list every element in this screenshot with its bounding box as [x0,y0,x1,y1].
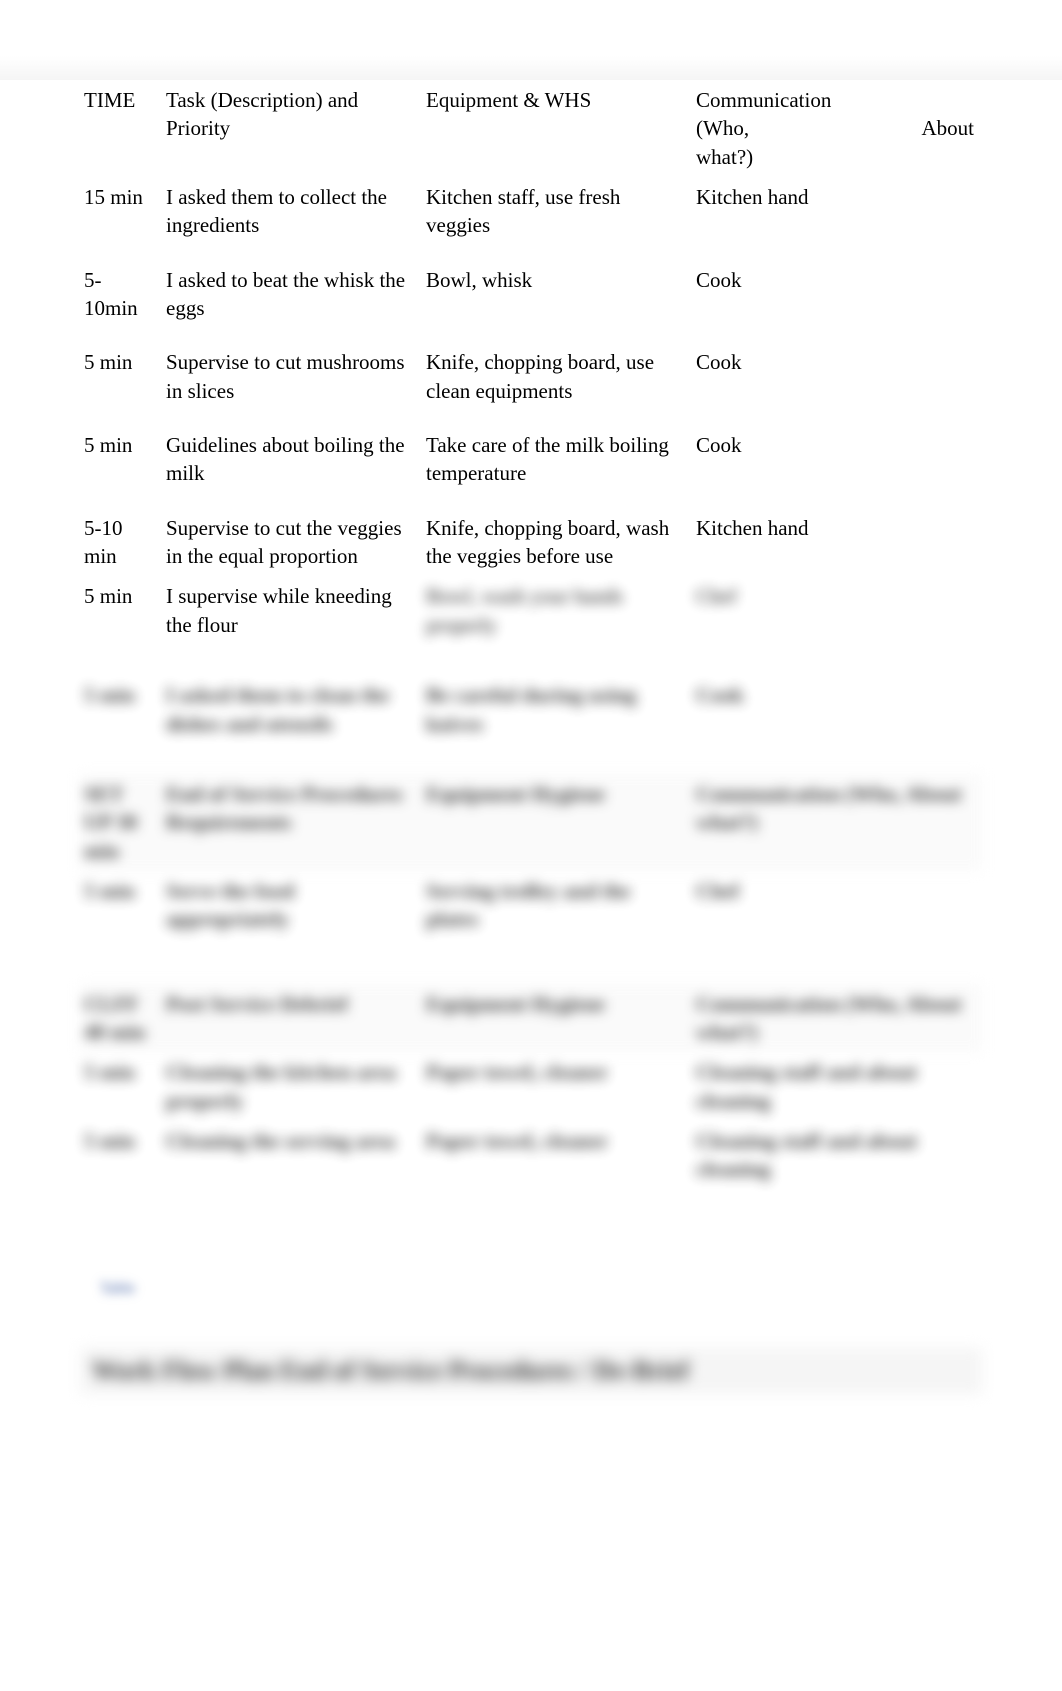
table-row: 5 min I asked them to clean the dishes a… [80,675,982,744]
cell-time: 15 min [80,177,162,246]
header-equip: Equipment Hygiene [422,774,692,871]
table-row: 5-10 min Supervise to cut the veggies in… [80,508,982,577]
cell-time: 5 min [80,871,162,940]
blurred-table-1: 5 min I asked them to clean the dishes a… [80,675,982,744]
table-header-row: SET UP 30 min End of Service Procedures … [80,774,982,871]
cell-time: 5 min [80,1121,162,1190]
cell-comm: Kitchen hand [692,508,982,577]
header-comm: Communication (Who, About what?) [692,774,982,871]
cell-equip: Be careful during using knives [422,675,692,744]
cell-time: 5 min [80,576,162,645]
cell-equip: Knife, chopping board, use clean equipme… [422,342,692,411]
top-gradient [0,0,1062,80]
cell-comm: Cleaning staff and about cleaning [692,1052,982,1121]
cell-task: Supervise to cut the veggies in the equa… [162,508,422,577]
cell-comm: Chef [692,871,982,940]
cell-comm: Chef [692,576,982,645]
cell-comm: Cook [692,425,982,494]
cell-equip: Bowl, whisk [422,260,692,329]
cell-task: I asked to beat the whisk the eggs [162,260,422,329]
cell-time: 5-10min [80,260,162,329]
cell-comm: Cook [692,675,982,744]
cell-task: I asked them to collect the ingredients [162,177,422,246]
cell-equip: Paper towel, cleaner [422,1052,692,1121]
table-header-row: TIME Task (Description) and Priority Equ… [80,80,982,177]
cell-task: Cleaning the kitchen area properly [162,1052,422,1121]
header-comm-about: About [922,114,975,142]
header-task: Task (Description) and Priority [162,80,422,177]
cell-comm: Cleaning staff and about cleaning [692,1121,982,1190]
header-equip: Equipment Hygiene [422,984,692,1053]
cell-task: I supervise while kneeding the flour [162,576,422,645]
cell-time: 5 min [80,342,162,411]
cell-task: I asked them to clean the dishes and ute… [162,675,422,744]
footer-small-label: Table [100,1280,135,1298]
cell-comm: Kitchen hand [692,177,982,246]
cell-time: 5-10 min [80,508,162,577]
cell-task: Guidelines about boiling the milk [162,425,422,494]
header-comm: Communication (Who, About what?) [692,80,982,177]
blurred-section: 5 min I asked them to clean the dishes a… [80,675,982,1189]
header-time: TIME [80,80,162,177]
cell-comm: Cook [692,342,982,411]
cell-equip: Bowl, wash your hands properly [422,576,692,645]
cell-equip: Kitchen staff, use fresh veggies [422,177,692,246]
table-row: 5 min Serve the food appropriately Servi… [80,871,982,940]
cell-time: 5 min [80,425,162,494]
cell-time: 5 min [80,675,162,744]
cell-task: Cleaning the serving area [162,1121,422,1190]
cell-equip: Serving trolley and the plates [422,871,692,940]
blurred-table-3: CLFF 40 min Post Service Debrief Equipme… [80,984,982,1190]
header-comm: Communication (Who, About what?) [692,984,982,1053]
cell-equip: Knife, chopping board, wash the veggies … [422,508,692,577]
cell-time: 5 min [80,1052,162,1121]
cell-comm: Cook [692,260,982,329]
header-comm-who: (Who, [696,114,749,142]
header-time: SET UP 30 min [80,774,162,871]
footer-heading: Work Flow Plan End of Service Procedures… [80,1348,982,1394]
header-equip: Equipment & WHS [422,80,692,177]
cell-task: Serve the food appropriately [162,871,422,940]
table-row: 5-10min I asked to beat the whisk the eg… [80,260,982,329]
document-page: TIME Task (Description) and Priority Equ… [0,80,1062,1464]
cell-equip: Paper towel, cleaner [422,1121,692,1190]
table-row: 15 min I asked them to collect the ingre… [80,177,982,246]
header-task: Post Service Debrief [162,984,422,1053]
table-row: 5 min Guidelines about boiling the milk … [80,425,982,494]
table-row: 5 min I supervise while kneeding the flo… [80,576,982,645]
table-row: 5 min Cleaning the serving area Paper to… [80,1121,982,1190]
workflow-table: TIME Task (Description) and Priority Equ… [80,80,982,645]
table-row: 5 min Cleaning the kitchen area properly… [80,1052,982,1121]
table-row: 5 min Supervise to cut mushrooms in slic… [80,342,982,411]
header-time: CLFF 40 min [80,984,162,1053]
blurred-table-2: SET UP 30 min End of Service Procedures … [80,774,982,954]
header-task: End of Service Procedures Requirements [162,774,422,871]
header-comm-line1: Communication [696,86,974,114]
cell-equip: Take care of the milk boiling temperatur… [422,425,692,494]
header-comm-what: what?) [696,143,974,171]
table-header-row: CLFF 40 min Post Service Debrief Equipme… [80,984,982,1053]
cell-task: Supervise to cut mushrooms in slices [162,342,422,411]
